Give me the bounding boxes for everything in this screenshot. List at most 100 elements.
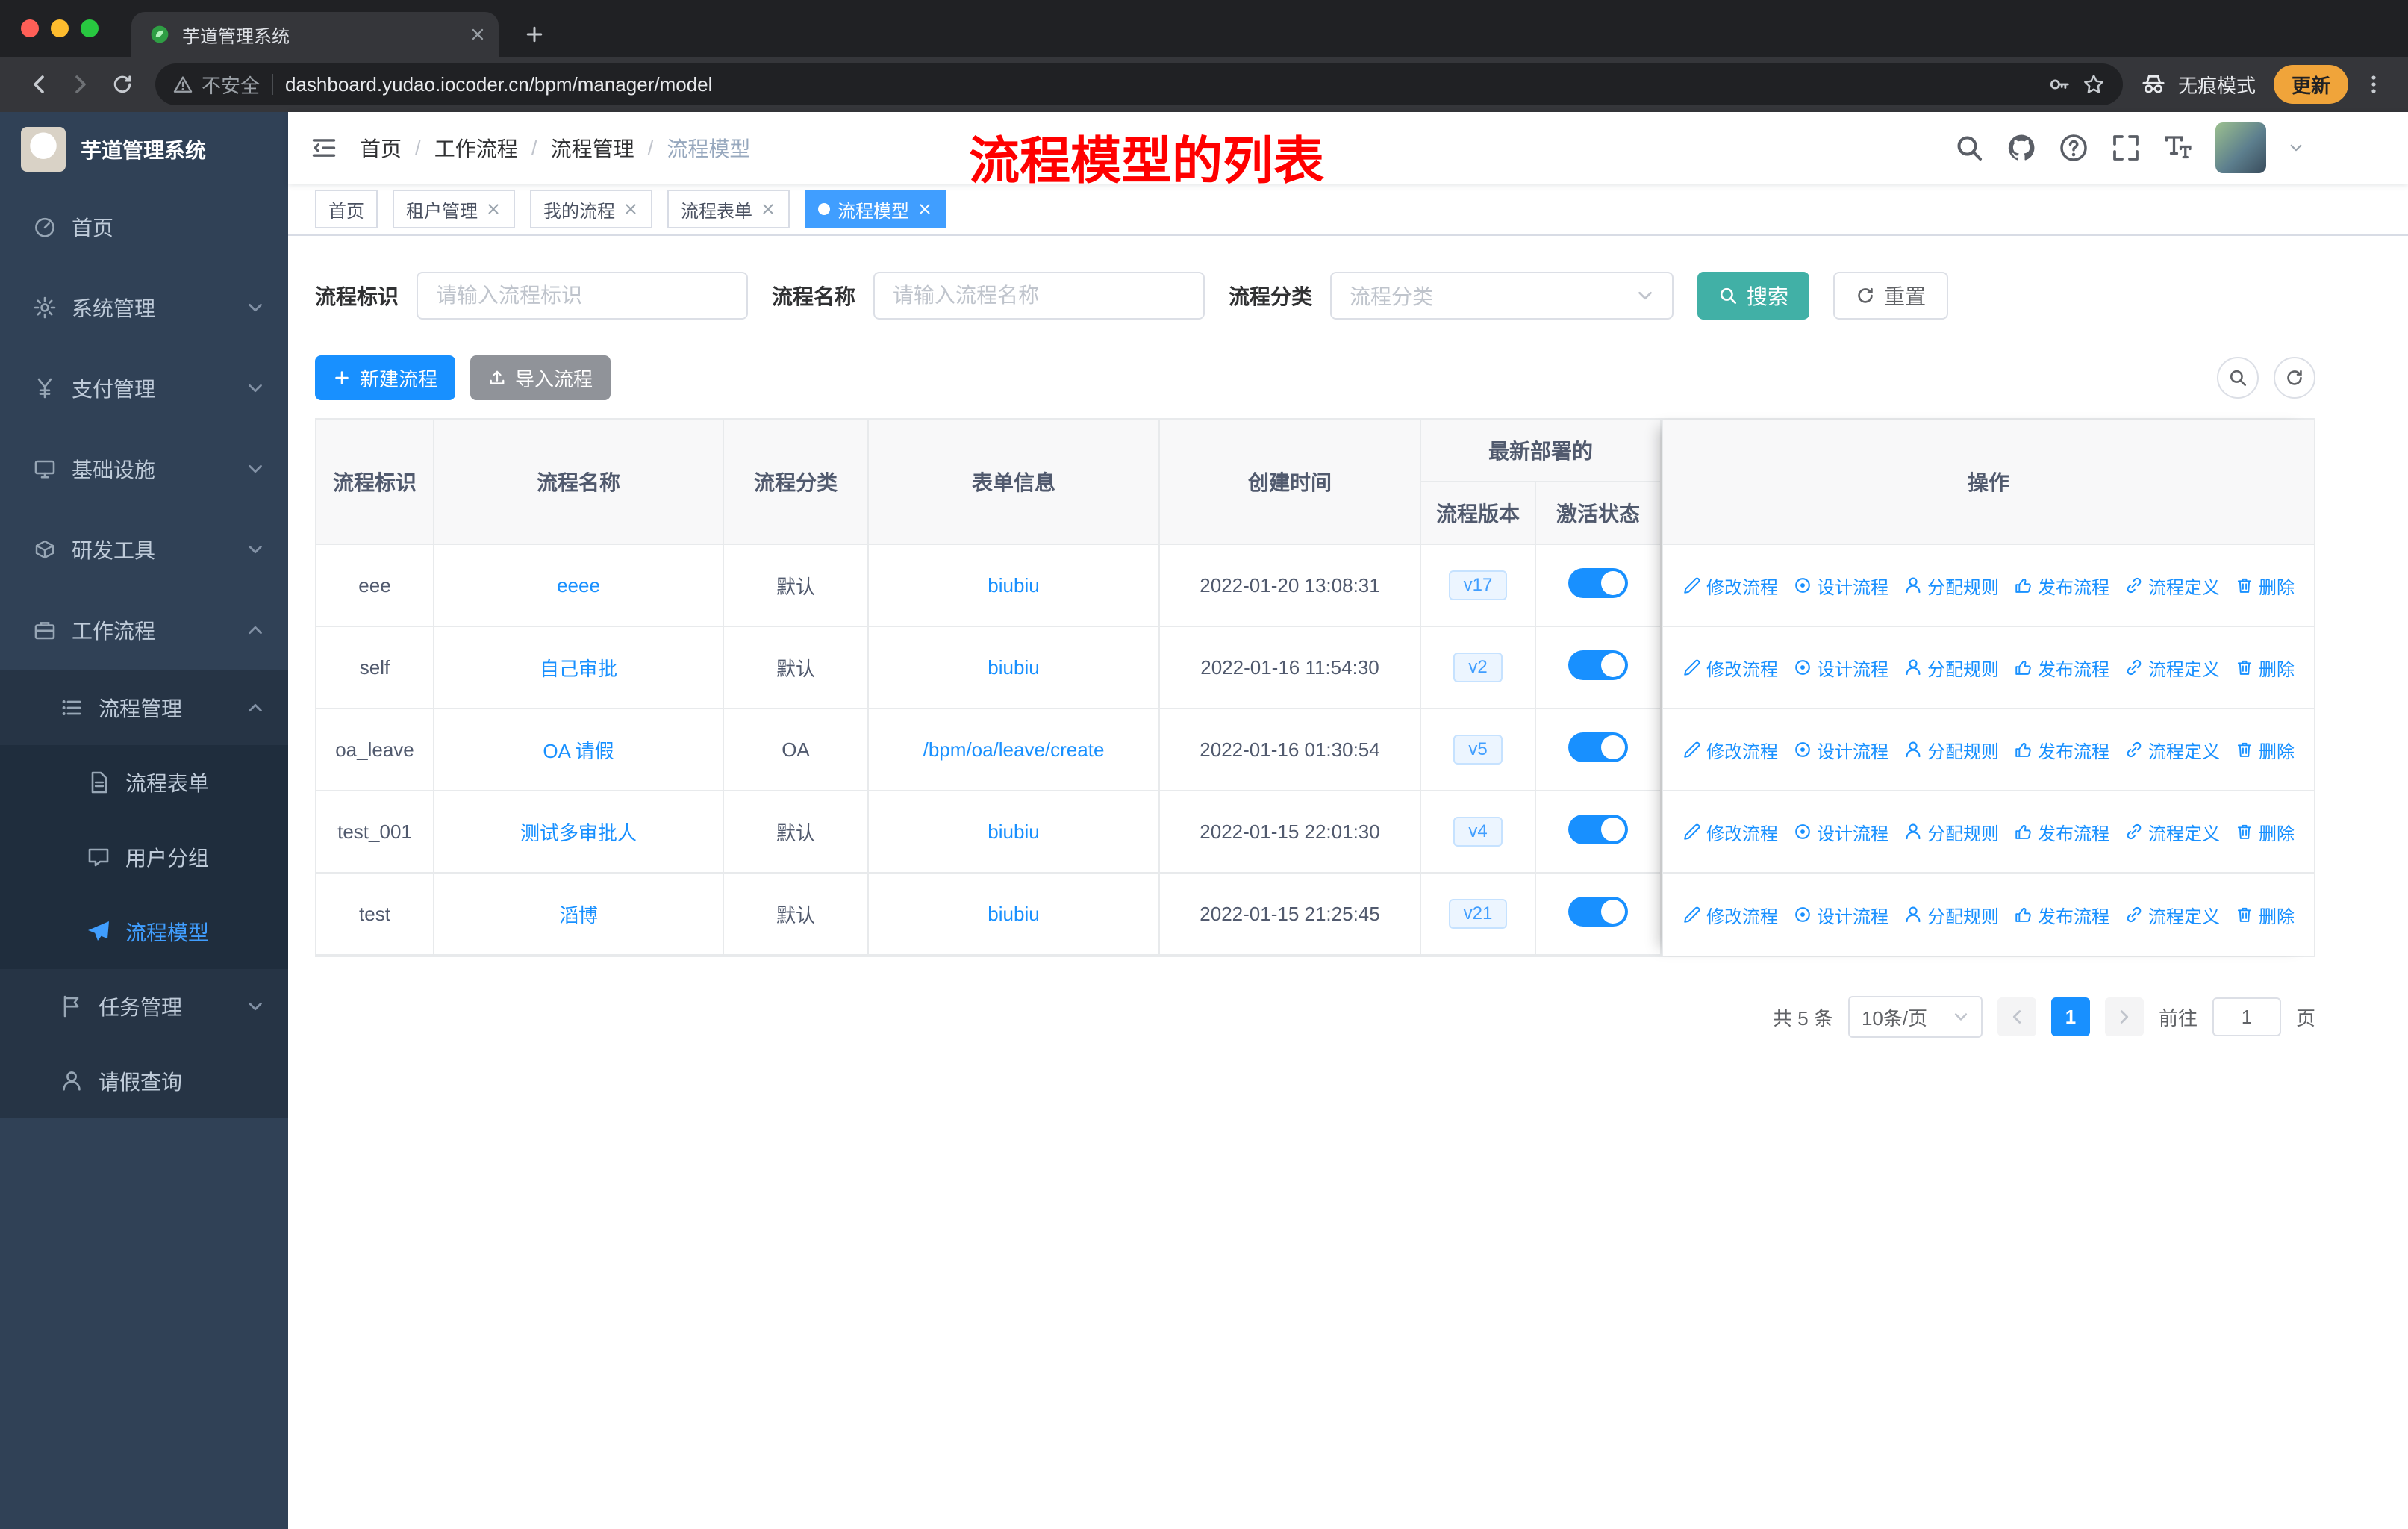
bookmark-star-icon[interactable] bbox=[2083, 73, 2105, 96]
tag-my-process[interactable]: 我的流程 bbox=[530, 190, 652, 228]
new-tab-button[interactable] bbox=[514, 12, 555, 57]
status-toggle[interactable] bbox=[1568, 732, 1628, 762]
tag-tenant[interactable]: 租户管理 bbox=[393, 190, 515, 228]
help-icon[interactable] bbox=[2059, 133, 2089, 163]
tag-process-form[interactable]: 流程表单 bbox=[667, 190, 790, 228]
browser-menu-button[interactable] bbox=[2357, 63, 2390, 105]
avatar[interactable] bbox=[2215, 122, 2266, 173]
password-key-icon[interactable] bbox=[2048, 73, 2071, 96]
process-id-input[interactable] bbox=[417, 272, 749, 320]
assign-rule-link[interactable]: 分配规则 bbox=[1903, 655, 1999, 681]
process-name-input[interactable] bbox=[873, 272, 1205, 320]
form-info-link[interactable]: biubiu bbox=[988, 903, 1039, 925]
close-icon[interactable] bbox=[760, 201, 776, 217]
delete-link[interactable]: 删除 bbox=[2235, 573, 2295, 599]
process-definition-link[interactable]: 流程定义 bbox=[2124, 573, 2220, 599]
refresh-table-button[interactable] bbox=[2274, 357, 2315, 399]
publish-process-link[interactable]: 发布流程 bbox=[2014, 819, 2109, 845]
close-icon[interactable] bbox=[485, 201, 502, 217]
close-icon[interactable] bbox=[917, 201, 933, 217]
toggle-search-button[interactable] bbox=[2217, 357, 2259, 399]
modify-process-link[interactable]: 修改流程 bbox=[1682, 902, 1778, 928]
breadcrumb-process-management[interactable]: 流程管理 bbox=[551, 133, 634, 163]
sidebar-item-payment[interactable]: 支付管理 bbox=[0, 348, 288, 429]
design-process-link[interactable]: 设计流程 bbox=[1793, 737, 1888, 763]
address-bar[interactable]: 不安全 dashboard.yudao.iocoder.cn/bpm/manag… bbox=[155, 63, 2123, 105]
process-name-link[interactable]: 测试多审批人 bbox=[520, 822, 637, 844]
delete-link[interactable]: 删除 bbox=[2235, 737, 2295, 763]
process-definition-link[interactable]: 流程定义 bbox=[2124, 819, 2220, 845]
process-name-link[interactable]: eeee bbox=[557, 574, 600, 597]
search-button[interactable]: 搜索 bbox=[1697, 272, 1810, 320]
tag-home[interactable]: 首页 bbox=[315, 190, 378, 228]
process-name-link[interactable]: 自己审批 bbox=[540, 658, 617, 680]
process-name-link[interactable]: OA 请假 bbox=[543, 740, 614, 762]
publish-process-link[interactable]: 发布流程 bbox=[2014, 573, 2109, 599]
publish-process-link[interactable]: 发布流程 bbox=[2014, 655, 2109, 681]
create-process-button[interactable]: 新建流程 bbox=[315, 355, 456, 400]
sidebar-item-devtools[interactable]: 研发工具 bbox=[0, 509, 288, 590]
design-process-link[interactable]: 设计流程 bbox=[1793, 573, 1888, 599]
zoom-window-button[interactable] bbox=[81, 19, 99, 37]
reset-button[interactable]: 重置 bbox=[1833, 272, 1949, 320]
form-info-link[interactable]: biubiu bbox=[988, 574, 1039, 597]
next-page-button[interactable] bbox=[2104, 997, 2144, 1036]
assign-rule-link[interactable]: 分配规则 bbox=[1903, 737, 1999, 763]
sidebar-item-process-model[interactable]: 流程模型 bbox=[0, 894, 288, 969]
status-toggle[interactable] bbox=[1568, 896, 1628, 927]
prev-page-button[interactable] bbox=[1997, 997, 2036, 1036]
browser-tab[interactable]: 芋道管理系统 bbox=[131, 12, 499, 57]
sidebar-item-process-form[interactable]: 流程表单 bbox=[0, 745, 288, 820]
breadcrumb-home[interactable]: 首页 bbox=[360, 133, 402, 163]
sidebar-item-infra[interactable]: 基础设施 bbox=[0, 429, 288, 509]
minimize-window-button[interactable] bbox=[51, 19, 69, 37]
publish-process-link[interactable]: 发布流程 bbox=[2014, 737, 2109, 763]
sidebar-item-user-group[interactable]: 用户分组 bbox=[0, 820, 288, 894]
search-icon[interactable] bbox=[1954, 133, 1984, 163]
process-category-select[interactable]: 流程分类 bbox=[1330, 272, 1674, 320]
delete-link[interactable]: 删除 bbox=[2235, 819, 2295, 845]
sidebar-item-home[interactable]: 首页 bbox=[0, 187, 288, 267]
browser-update-button[interactable]: 更新 bbox=[2273, 65, 2348, 104]
page-number-1[interactable]: 1 bbox=[2050, 997, 2090, 1036]
assign-rule-link[interactable]: 分配规则 bbox=[1903, 819, 1999, 845]
sidebar-item-process-management[interactable]: 流程管理 bbox=[0, 670, 288, 745]
process-name-link[interactable]: 滔博 bbox=[559, 904, 598, 927]
design-process-link[interactable]: 设计流程 bbox=[1793, 819, 1888, 845]
sidebar-item-workflow[interactable]: 工作流程 bbox=[0, 590, 288, 670]
close-icon[interactable] bbox=[623, 201, 639, 217]
process-definition-link[interactable]: 流程定义 bbox=[2124, 902, 2220, 928]
process-definition-link[interactable]: 流程定义 bbox=[2124, 655, 2220, 681]
breadcrumb-workflow[interactable]: 工作流程 bbox=[434, 133, 518, 163]
form-info-link[interactable]: biubiu bbox=[988, 656, 1039, 679]
modify-process-link[interactable]: 修改流程 bbox=[1682, 655, 1778, 681]
form-info-link[interactable]: biubiu bbox=[988, 820, 1039, 843]
goto-page-input[interactable] bbox=[2212, 997, 2281, 1036]
sidebar-item-leave-query[interactable]: 请假查询 bbox=[0, 1044, 288, 1118]
forward-button[interactable] bbox=[60, 63, 102, 105]
form-info-link[interactable]: /bpm/oa/leave/create bbox=[923, 738, 1105, 761]
assign-rule-link[interactable]: 分配规则 bbox=[1903, 902, 1999, 928]
fullscreen-icon[interactable] bbox=[2111, 133, 2141, 163]
font-size-icon[interactable] bbox=[2163, 133, 2193, 163]
delete-link[interactable]: 删除 bbox=[2235, 902, 2295, 928]
tab-close-icon[interactable] bbox=[469, 25, 487, 43]
status-toggle[interactable] bbox=[1568, 567, 1628, 598]
close-window-button[interactable] bbox=[21, 19, 39, 37]
delete-link[interactable]: 删除 bbox=[2235, 655, 2295, 681]
import-process-button[interactable]: 导入流程 bbox=[470, 355, 611, 400]
modify-process-link[interactable]: 修改流程 bbox=[1682, 573, 1778, 599]
reload-button[interactable] bbox=[102, 63, 143, 105]
publish-process-link[interactable]: 发布流程 bbox=[2014, 902, 2109, 928]
sidebar-item-system[interactable]: 系统管理 bbox=[0, 267, 288, 348]
assign-rule-link[interactable]: 分配规则 bbox=[1903, 573, 1999, 599]
modify-process-link[interactable]: 修改流程 bbox=[1682, 737, 1778, 763]
sidebar-fold-button[interactable] bbox=[288, 112, 360, 184]
status-toggle[interactable] bbox=[1568, 650, 1628, 680]
tag-process-model[interactable]: 流程模型 bbox=[805, 190, 946, 228]
site-security[interactable]: 不安全 bbox=[173, 71, 260, 99]
process-definition-link[interactable]: 流程定义 bbox=[2124, 737, 2220, 763]
status-toggle[interactable] bbox=[1568, 814, 1628, 844]
back-button[interactable] bbox=[18, 63, 60, 105]
sidebar-item-task-management[interactable]: 任务管理 bbox=[0, 969, 288, 1044]
